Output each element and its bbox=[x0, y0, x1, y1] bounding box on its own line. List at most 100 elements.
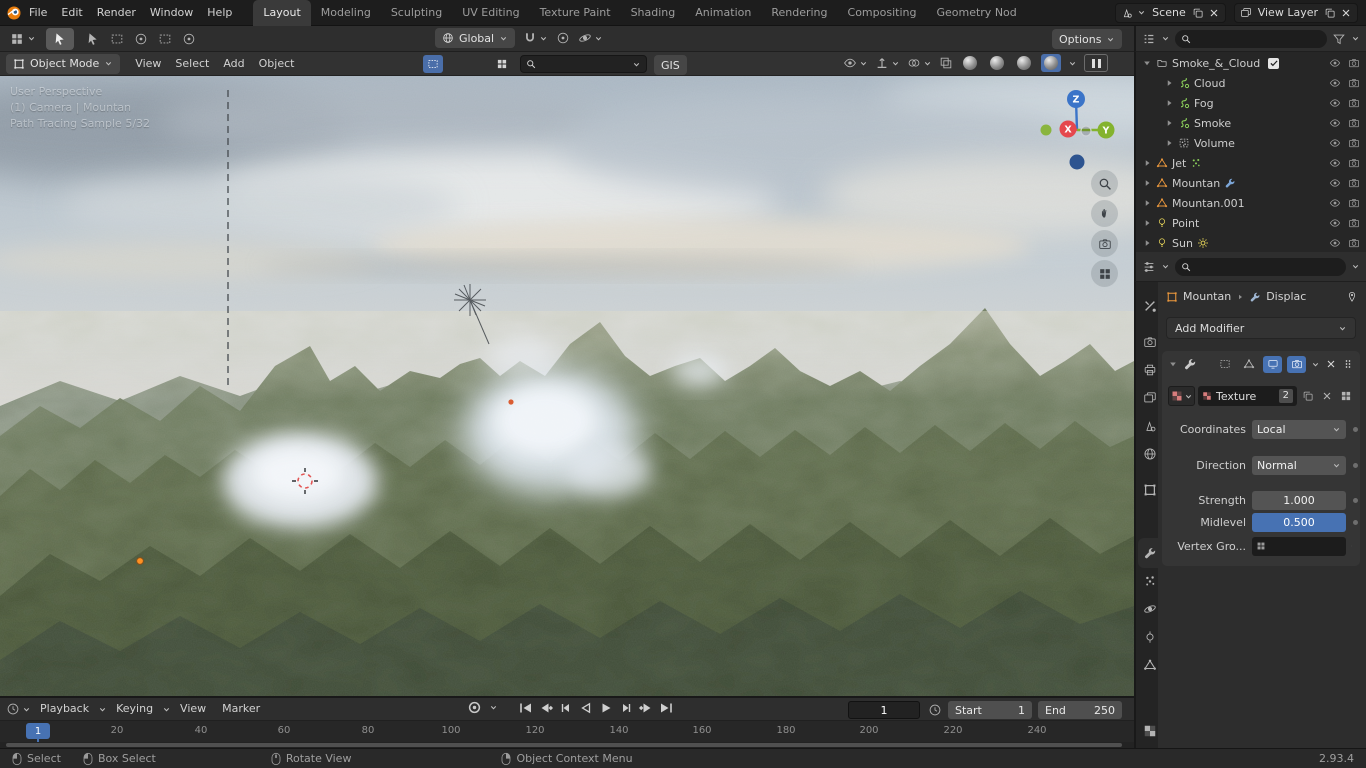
hide-eye-icon[interactable] bbox=[1329, 117, 1341, 129]
breadcrumb-object[interactable]: Mountan bbox=[1183, 290, 1231, 303]
strength-field[interactable]: 1.000 bbox=[1252, 491, 1346, 510]
hide-eye-icon[interactable] bbox=[1329, 97, 1341, 109]
disclosure-collapsed-icon[interactable] bbox=[1164, 118, 1174, 128]
disclosure-collapsed-icon[interactable] bbox=[1164, 138, 1174, 148]
frame-end-field[interactable]: End 250 bbox=[1038, 701, 1122, 719]
shading-solid-button[interactable] bbox=[987, 54, 1007, 72]
proportional-falloff-dropdown[interactable] bbox=[578, 31, 603, 45]
midlevel-field[interactable]: 0.500 bbox=[1252, 513, 1346, 532]
hide-eye-icon[interactable] bbox=[1329, 217, 1341, 229]
viewport-menu-add[interactable]: Add bbox=[216, 51, 251, 77]
viewport-toggle-select[interactable] bbox=[423, 55, 443, 73]
shading-material-button[interactable] bbox=[1014, 54, 1034, 72]
outliner-row-sun[interactable]: Sun bbox=[1136, 233, 1366, 253]
play-reverse-button[interactable] bbox=[578, 702, 594, 714]
close-icon[interactable] bbox=[1325, 358, 1337, 370]
render-visibility-icon[interactable] bbox=[1348, 97, 1360, 109]
properties-search-field[interactable] bbox=[1175, 258, 1346, 276]
current-frame-field[interactable]: 1 bbox=[848, 701, 920, 719]
texture-users-badge[interactable]: 2 bbox=[1279, 389, 1293, 403]
hide-eye-icon[interactable] bbox=[1329, 137, 1341, 149]
tab-world[interactable] bbox=[1141, 445, 1159, 463]
viewport-toggle-sphere-2[interactable] bbox=[469, 55, 489, 73]
pan-button[interactable] bbox=[1091, 200, 1118, 227]
tab-physics[interactable] bbox=[1141, 600, 1159, 618]
animate-dot[interactable] bbox=[1353, 520, 1358, 525]
coordinates-dropdown[interactable]: Local bbox=[1252, 420, 1346, 439]
render-visibility-icon[interactable] bbox=[1348, 197, 1360, 209]
show-texture-in-editor-button[interactable] bbox=[1338, 387, 1354, 405]
select-box-button[interactable] bbox=[106, 29, 128, 49]
outliner-row-cloud[interactable]: Cloud bbox=[1136, 73, 1366, 93]
viewport-toggle-grid[interactable] bbox=[492, 55, 512, 73]
outliner-row-smoke[interactable]: Smoke bbox=[1136, 113, 1366, 133]
timeline-editor-icon[interactable] bbox=[6, 702, 20, 716]
tab-tool[interactable] bbox=[1141, 297, 1159, 315]
hide-eye-icon[interactable] bbox=[1329, 237, 1341, 249]
hide-eye-icon[interactable] bbox=[1329, 57, 1341, 69]
outliner-search-field[interactable] bbox=[1175, 30, 1327, 48]
gizmo-dropdown[interactable] bbox=[875, 56, 900, 70]
render-visibility-icon[interactable] bbox=[1348, 117, 1360, 129]
disclosure-collapsed-icon[interactable] bbox=[1142, 158, 1152, 168]
shading-rendered-button[interactable] bbox=[1041, 54, 1061, 72]
animate-dot[interactable] bbox=[1353, 427, 1358, 432]
tab-view-layer[interactable] bbox=[1141, 389, 1159, 407]
frame-start-field[interactable]: Start 1 bbox=[948, 701, 1032, 719]
outliner-row-jet[interactable]: Jet bbox=[1136, 153, 1366, 173]
render-visibility-icon[interactable] bbox=[1348, 237, 1360, 249]
record-button[interactable] bbox=[468, 701, 481, 714]
render-toggle[interactable] bbox=[1287, 356, 1306, 373]
jump-to-end-button[interactable] bbox=[658, 702, 674, 714]
disclosure-collapsed-icon[interactable] bbox=[1142, 198, 1152, 208]
play-button[interactable] bbox=[598, 702, 614, 714]
direction-dropdown[interactable]: Normal bbox=[1252, 456, 1346, 475]
shading-wireframe-button[interactable] bbox=[960, 54, 980, 72]
view-layer-selector[interactable]: View Layer bbox=[1234, 3, 1358, 23]
pin-icon[interactable] bbox=[1346, 291, 1358, 303]
disclosure-collapsed-icon[interactable] bbox=[1142, 238, 1152, 248]
scene-selector[interactable]: Scene bbox=[1115, 3, 1226, 23]
add-modifier-button[interactable]: Add Modifier bbox=[1166, 317, 1356, 339]
navigation-gizmo[interactable]: Z X Y bbox=[1029, 79, 1125, 175]
playhead[interactable]: 1 bbox=[26, 723, 50, 739]
tab-render[interactable] bbox=[1141, 333, 1159, 351]
breadcrumb-panel[interactable]: Displac bbox=[1266, 290, 1306, 303]
cage-toggle[interactable] bbox=[1239, 356, 1258, 373]
edit-mode-toggle[interactable] bbox=[1215, 356, 1234, 373]
tab-rendering[interactable]: Rendering bbox=[761, 0, 837, 26]
hide-eye-icon[interactable] bbox=[1329, 197, 1341, 209]
collection-checkbox[interactable] bbox=[1268, 58, 1279, 69]
select-circle-button[interactable] bbox=[130, 29, 152, 49]
prev-frame-button[interactable] bbox=[558, 702, 574, 714]
tab-object-data[interactable] bbox=[1141, 656, 1159, 674]
render-visibility-icon[interactable] bbox=[1348, 57, 1360, 69]
outliner-row-mountan-001[interactable]: Mountan.001 bbox=[1136, 193, 1366, 213]
hide-eye-icon[interactable] bbox=[1329, 77, 1341, 89]
disclosure-collapsed-icon[interactable] bbox=[1164, 98, 1174, 108]
visibility-dropdown[interactable] bbox=[843, 56, 868, 70]
tab-shading[interactable]: Shading bbox=[621, 0, 686, 26]
disclosure-collapsed-icon[interactable] bbox=[1142, 178, 1152, 188]
timeline-menu-playback[interactable]: Playback bbox=[33, 696, 96, 722]
unlink-texture-button[interactable] bbox=[1319, 387, 1335, 405]
render-visibility-icon[interactable] bbox=[1348, 137, 1360, 149]
disclosure-collapsed-icon[interactable] bbox=[1142, 218, 1152, 228]
viewport-3d[interactable]: User Perspective (1) Camera | Mountan Pa… bbox=[0, 76, 1134, 696]
hide-eye-icon[interactable] bbox=[1329, 157, 1341, 169]
jump-to-start-button[interactable] bbox=[518, 702, 534, 714]
timeline-menu-view[interactable]: View bbox=[173, 696, 213, 722]
gis-button[interactable]: GIS bbox=[654, 55, 687, 75]
tab-texture-paint[interactable]: Texture Paint bbox=[530, 0, 621, 26]
tab-texture[interactable] bbox=[1141, 722, 1159, 740]
zoom-button[interactable] bbox=[1091, 170, 1118, 197]
new-scene-icon[interactable] bbox=[1192, 7, 1204, 19]
tab-sculpting[interactable]: Sculpting bbox=[381, 0, 452, 26]
viewport-toggle-sphere-1[interactable] bbox=[446, 55, 466, 73]
tab-uv-editing[interactable]: UV Editing bbox=[452, 0, 529, 26]
new-view-layer-icon[interactable] bbox=[1324, 7, 1336, 19]
cursor-tool-button[interactable] bbox=[178, 29, 200, 49]
editor-type-button[interactable] bbox=[6, 32, 40, 46]
properties-editor-icon[interactable] bbox=[1142, 260, 1156, 274]
timeline-menu-marker[interactable]: Marker bbox=[215, 696, 267, 722]
